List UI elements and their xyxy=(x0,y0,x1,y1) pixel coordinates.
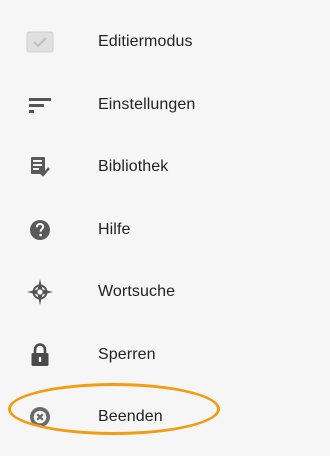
settings-bars-icon xyxy=(25,90,55,120)
help-icon xyxy=(25,215,55,245)
menu-item-label: Hilfe xyxy=(98,220,131,238)
menu-item-label: Wortsuche xyxy=(98,283,176,301)
menu-item-edit-mode[interactable]: Editiermodus xyxy=(0,11,330,74)
menu-item-exit[interactable]: Beenden xyxy=(0,386,330,449)
menu-item-library[interactable]: Bibliothek xyxy=(0,136,330,199)
checkbox-icon xyxy=(25,27,55,57)
document-check-icon xyxy=(25,152,55,182)
lock-icon xyxy=(25,340,55,370)
menu-item-help[interactable]: Hilfe xyxy=(0,199,330,262)
menu-item-label: Bibliothek xyxy=(98,158,169,176)
menu-item-label: Sperren xyxy=(98,345,156,363)
menu-item-lock[interactable]: Sperren xyxy=(0,324,330,387)
compass-icon xyxy=(25,277,55,307)
menu-item-label: Einstellungen xyxy=(98,95,196,113)
menu-item-label: Editiermodus xyxy=(98,33,193,51)
menu-item-settings[interactable]: Einstellungen xyxy=(0,74,330,137)
menu-item-word-search[interactable]: Wortsuche xyxy=(0,261,330,324)
menu-item-label: Beenden xyxy=(98,408,163,426)
side-menu: Editiermodus Einstellungen Bibliothek Hi… xyxy=(0,11,330,449)
close-circle-icon xyxy=(25,402,55,432)
